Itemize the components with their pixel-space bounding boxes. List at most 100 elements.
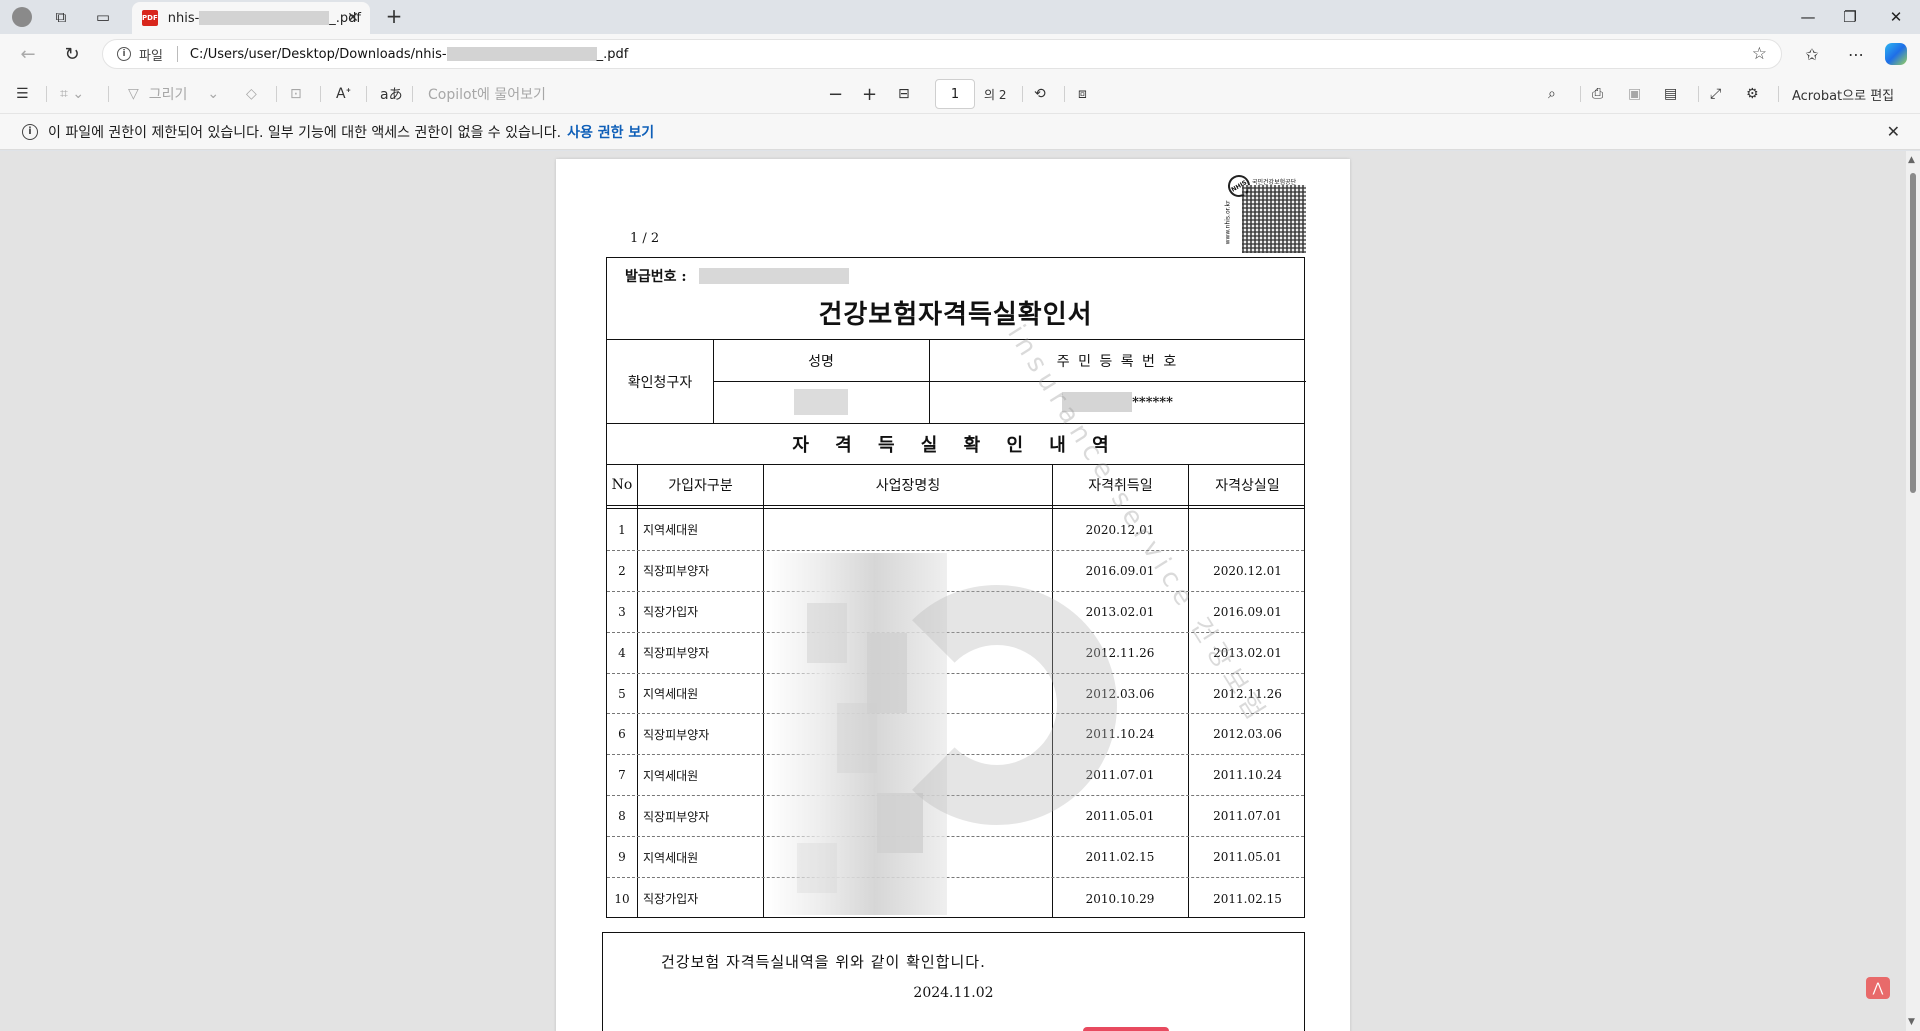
back-icon[interactable]: ← [14,41,42,67]
table-row: 6 직장피부양자 2011.10.24 2012.03.06 [607,715,1304,756]
view-permissions-link[interactable]: 사용 권한 보기 [567,122,654,142]
cell-acquired: 2011.07.01 [1085,768,1155,783]
divider [1022,86,1023,102]
minimize-icon[interactable]: — [1784,0,1832,34]
page-view-icon[interactable]: ⧈ [1078,82,1087,106]
text-box-icon[interactable]: ⊡ [290,82,302,106]
close-icon[interactable]: ✕ [1887,122,1900,141]
cell-no: 3 [618,604,626,619]
table-row: 3 직장가입자 2013.02.01 2016.09.01 [607,592,1304,633]
scheme-label: 파일 [139,48,163,64]
copilot-icon[interactable] [1885,43,1907,65]
cell-lost [1189,510,1306,550]
cell-type: 지역세대원 [643,850,699,865]
vertical-scrollbar[interactable]: ▲ ▼ [1906,151,1920,1031]
redacted-block [446,47,597,61]
rotate-icon[interactable]: ⟲ [1034,82,1046,106]
permission-info-bar: i 이 파일에 권한이 제한되어 있습니다. 일부 기능에 대한 액세스 권한이… [0,114,1920,150]
name-header: 성명 [808,353,834,370]
cell-acquired: 2011.10.24 [1085,727,1155,742]
issue-number: 발급번호 : [625,266,849,286]
qr-site-label: www.nhis.or.kr [1224,200,1232,245]
info-icon: i [22,123,38,140]
col-header-type: 가입자구분 [668,478,733,494]
col-header-no: No [611,477,633,493]
redacted-block [1062,392,1133,412]
scrollbar-thumb[interactable] [1910,173,1916,493]
cell-lost: 2011.10.24 [1213,768,1282,783]
pdf-viewer[interactable]: NHIS 국민건강보험공단 www.nhis.or.kr 1 / 2 발급번호 … [0,151,1920,1031]
cell-acquired: 2012.11.26 [1085,645,1155,660]
scroll-up-icon[interactable]: ▲ [1908,155,1915,165]
close-window-icon[interactable]: ✕ [1872,0,1920,34]
confirm-text: 건강보험 자격득실내역을 위와 같이 확인합니다. [661,953,986,971]
cell-no: 8 [618,809,626,824]
qr-code: NHIS 국민건강보험공단 www.nhis.or.kr [1223,170,1308,255]
url-text: C:/Users/user/Desktop/Downloads/nhis- _.… [189,46,629,62]
cell-type: 직장피부양자 [643,646,710,661]
tab-close-icon[interactable]: ✕ [344,9,362,27]
name-value [713,381,929,423]
divider [176,46,178,62]
copilot-ask-button[interactable]: Copilot에 물어보기 [428,82,546,106]
table-row: 4 직장피부양자 2012.11.26 2013.02.01 [607,633,1304,674]
table-row: 8 직장피부양자 2011.05.01 2011.07.01 [607,796,1304,838]
confirmation-box: 건강보험 자격득실내역을 위와 같이 확인합니다. 2024.11.02 [602,932,1305,1031]
settings-gear-icon[interactable]: ⚙ [1746,82,1759,106]
read-aloud-icon[interactable]: Aᐩ [336,82,351,106]
history-table: No 가입자구분 사업장명칭 자격취득일 자격상실일 1 지역세대원 2020.12… [606,320,1306,918]
divider [366,86,367,102]
table-row: 9 지역세대원 2011.02.15 2011.05.01 [607,837,1304,879]
draw-button[interactable]: ▽ 그리기 ⌄ [128,82,219,106]
site-info-icon[interactable]: i [117,47,131,61]
fullscreen-icon[interactable]: ⤢ [1710,82,1721,106]
translate-icon[interactable]: aあ [380,82,403,106]
page-number-input[interactable]: 1 [935,79,975,109]
favorite-star-icon[interactable]: ☆ [1752,44,1767,64]
restore-icon[interactable]: ❐ [1826,0,1874,34]
cell-type: 직장가입자 [643,605,699,620]
refresh-icon[interactable]: ↻ [58,41,86,67]
cell-type: 지역세대원 [643,523,699,538]
cell-acquired: 2012.03.06 [1085,686,1155,701]
workspaces-icon[interactable]: ⧉ [48,5,74,29]
official-seal [1083,1027,1169,1031]
cell-lost: 2011.02.15 [1213,891,1282,906]
profile-icon[interactable] [9,5,35,29]
pdf-toolbar: ☰ ⌗ ⌄ ▽ 그리기 ⌄ ◇ ⊡ Aᐩ aあ Copilot에 물어보기 − … [0,74,1920,114]
save-icon[interactable]: ▣ [1628,82,1641,106]
eraser-icon[interactable]: ◇ [246,82,257,106]
more-options-icon[interactable]: ⋯ [1842,41,1870,67]
highlight-icon[interactable]: ⌗ ⌄ [60,82,84,106]
divider [1064,86,1065,102]
fit-width-icon[interactable]: ⊟ [898,82,910,106]
acrobat-icon[interactable]: ⋀ [1866,977,1890,999]
document-title: 건강보험자격득실확인서 [818,300,1093,330]
cell-acquired: 2013.02.01 [1085,604,1155,619]
cell-type: 직장가입자 [643,892,699,907]
acrobat-edit-button[interactable]: Acrobat으로 편집 [1792,82,1894,106]
table-row: 7 지역세대원 2011.07.01 2011.10.24 [607,755,1304,797]
zoom-out-icon[interactable]: − [828,82,843,106]
vertical-tabs-icon[interactable]: ▭ [90,5,116,29]
cell-acquired: 2011.05.01 [1085,809,1155,824]
favorites-icon[interactable]: ✩ [1798,41,1826,67]
print-icon[interactable]: ⎙ [1592,82,1603,106]
cell-no: 7 [618,768,626,783]
address-row: ← ↻ i 파일 C:/Users/user/Desktop/Downloads… [0,34,1920,74]
cell-type: 직장피부양자 [643,564,710,579]
search-icon[interactable]: ⌕ [1548,82,1556,106]
cell-lost: 2011.05.01 [1213,850,1282,865]
tab-active-pdf[interactable]: PDF nhis- _.pdf ✕ [132,2,370,34]
col-header-lost: 자격상실일 [1215,478,1280,494]
contents-list-icon[interactable]: ☰ [16,82,29,106]
cell-no: 5 [618,686,626,701]
divider [320,86,321,102]
page-indicator: 1 / 2 [630,231,660,246]
save-as-icon[interactable]: ▤ [1664,82,1677,106]
zoom-in-icon[interactable]: + [862,82,877,106]
address-bar[interactable]: i 파일 C:/Users/user/Desktop/Downloads/nhi… [102,39,1782,69]
scroll-down-icon[interactable]: ▼ [1908,1017,1915,1027]
new-tab-icon[interactable]: + [382,5,406,29]
col-header-workplace: 사업장명칭 [875,478,941,494]
